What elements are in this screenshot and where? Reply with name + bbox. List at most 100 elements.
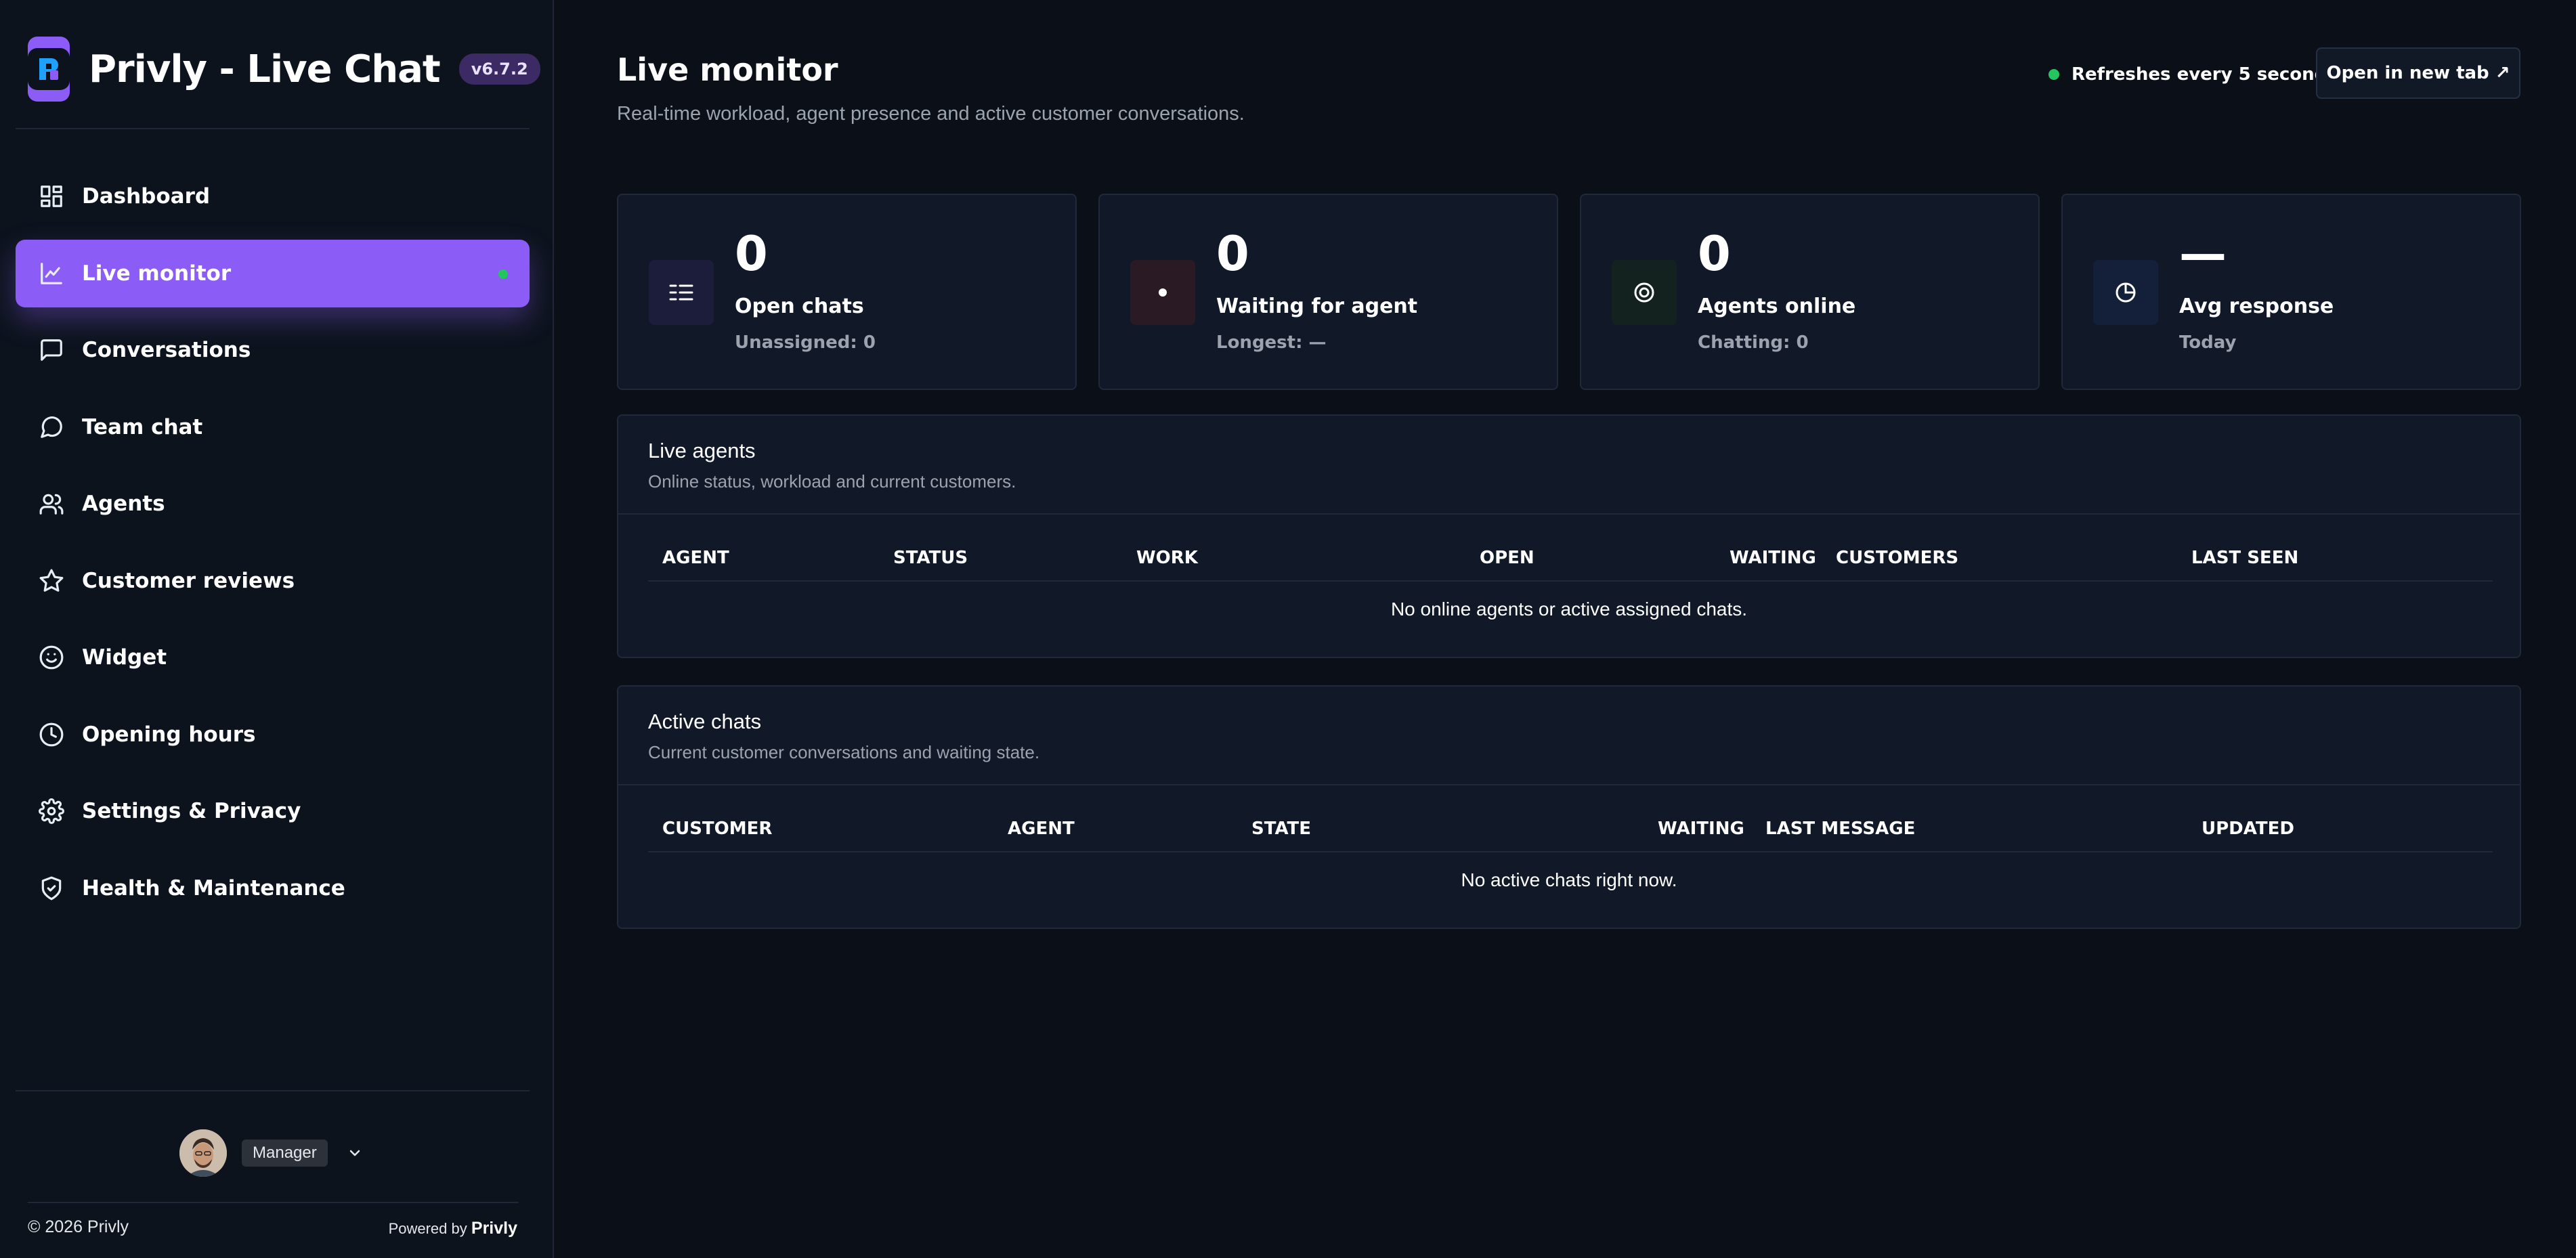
target-icon (1612, 260, 1677, 325)
sidebar-item-widget[interactable]: Widget (16, 624, 530, 691)
stat-value: — (2179, 226, 2227, 282)
refresh-status-dot (2048, 69, 2059, 80)
sidebar-item-dashboard[interactable]: Dashboard (16, 162, 530, 230)
sidebar-item-label: Team chat (82, 414, 203, 439)
column-header[interactable]: LAST MESSAGE (1765, 819, 1915, 839)
version-badge: v6.7.2 (458, 53, 540, 85)
column-header[interactable]: STATE (1251, 819, 1311, 839)
stat-label: Open chats (735, 295, 864, 318)
stat-sub: Today (2179, 332, 2237, 353)
page-subtitle: Real-time workload, agent presence and a… (617, 103, 1245, 125)
sidebar-item-label: Settings & Privacy (82, 799, 301, 823)
live-agents-panel: Live agents Online status, workload and … (617, 414, 2521, 658)
stat-value: 0 (1216, 226, 1249, 282)
powered-by[interactable]: Powered by Privly (389, 1219, 517, 1238)
refresh-indicator: Refreshes every 5 seconds (2048, 64, 2338, 85)
stat-label: Agents online (1698, 295, 1856, 318)
app-title: Privly - Live Chat (89, 47, 441, 91)
sidebar: Privly - Live Chat v6.7.2 Dashboard Live… (0, 0, 554, 1258)
brand[interactable]: Privly - Live Chat v6.7.2 (28, 37, 540, 102)
sidebar-item-live-monitor[interactable]: Live monitor (16, 239, 530, 307)
app-logo-icon (28, 37, 70, 102)
sidebar-item-label: Agents (82, 492, 165, 516)
column-header[interactable]: STATUS (893, 548, 968, 568)
panel-title: Active chats (648, 710, 762, 733)
sidebar-item-health-maintenance[interactable]: Health & Maintenance (16, 854, 530, 922)
sidebar-item-agents[interactable]: Agents (16, 470, 530, 538)
panel-subtitle: Online status, workload and current cust… (648, 471, 1016, 492)
stat-label: Waiting for agent (1216, 295, 1418, 318)
users-icon (37, 490, 66, 518)
stat-sub: Longest: — (1216, 332, 1327, 353)
sidebar-item-label: Health & Maintenance (82, 875, 345, 901)
message-circle-icon (37, 413, 66, 441)
stat-card-open-chats: 0 Open chats Unassigned: 0 (617, 194, 1077, 390)
footer-divider (28, 1202, 519, 1203)
column-header[interactable]: LAST SEEN (2191, 548, 2298, 568)
column-header[interactable]: AGENT (662, 548, 729, 568)
clock-icon (37, 720, 66, 749)
message-square-icon (37, 336, 66, 364)
sidebar-item-team-chat[interactable]: Team chat (16, 393, 530, 461)
stat-label: Avg response (2179, 295, 2334, 318)
user-menu[interactable]: Manager (179, 1129, 363, 1177)
stat-card-avg-response: — Avg response Today (2061, 194, 2521, 390)
list-icon (649, 260, 714, 325)
live-status-dot (498, 269, 508, 279)
active-chats-panel: Active chats Current customer conversati… (617, 685, 2521, 929)
panel-title: Live agents (648, 439, 756, 462)
chevron-down-icon[interactable] (347, 1145, 363, 1161)
dot-icon (1130, 260, 1195, 325)
column-header[interactable]: CUSTOMER (662, 819, 772, 839)
brand-divider (16, 128, 530, 129)
copyright-text: © 2026 Privly (28, 1217, 129, 1236)
empty-state: No active chats right now. (1461, 869, 1677, 890)
sidebar-item-label: Dashboard (82, 184, 211, 209)
empty-state: No online agents or active assigned chat… (1390, 599, 1748, 620)
app-root: Privly - Live Chat v6.7.2 Dashboard Live… (0, 0, 2576, 1258)
sidebar-item-label: Widget (82, 645, 167, 670)
open-in-new-tab-button[interactable]: Open in new tab ↗ (2316, 47, 2520, 99)
column-header[interactable]: UPDATED (2202, 819, 2294, 839)
column-header[interactable]: WORK (1136, 548, 1198, 568)
sidebar-item-conversations[interactable]: Conversations (16, 316, 530, 384)
column-header[interactable]: WAITING (1730, 548, 1816, 568)
sidebar-item-customer-reviews[interactable]: Customer reviews (16, 547, 530, 615)
sidebar-item-opening-hours[interactable]: Opening hours (16, 701, 530, 768)
stat-value: 0 (735, 226, 768, 282)
sidebar-item-label: Live monitor (82, 261, 232, 286)
avatar[interactable] (179, 1129, 227, 1177)
dashboard-icon (37, 182, 66, 211)
sidebar-item-settings-privacy[interactable]: Settings & Privacy (16, 777, 530, 845)
stat-card-agents-online: 0 Agents online Chatting: 0 (1580, 194, 2040, 390)
smile-icon (37, 643, 66, 672)
stats-row: 0 Open chats Unassigned: 0 0 Waiting for… (617, 194, 2521, 390)
sidebar-divider (16, 1090, 530, 1091)
shield-check-icon (37, 874, 66, 903)
gear-icon (37, 797, 66, 825)
stat-sub: Unassigned: 0 (735, 332, 876, 353)
sidebar-item-label: Opening hours (82, 722, 256, 747)
table-header: CUSTOMER AGENT STATE WAITING LAST MESSAG… (648, 785, 2493, 852)
star-icon (37, 567, 66, 595)
pie-icon (2093, 260, 2158, 325)
column-header[interactable]: CUSTOMERS (1836, 548, 1958, 568)
powered-by-brand: Privly (471, 1219, 517, 1238)
role-badge: Manager (242, 1140, 328, 1167)
main-content: Live monitor Real-time workload, agent p… (554, 0, 2576, 1258)
column-header[interactable]: OPEN (1480, 548, 1534, 568)
stat-value: 0 (1698, 226, 1731, 282)
stat-sub: Chatting: 0 (1698, 332, 1809, 353)
page-title: Live monitor (617, 51, 838, 88)
table-header: AGENT STATUS WORK OPEN WAITING CUSTOMERS… (648, 514, 2493, 582)
stat-card-waiting: 0 Waiting for agent Longest: — (1098, 194, 1558, 390)
sidebar-item-label: Conversations (82, 338, 251, 362)
panel-subtitle: Current customer conversations and waiti… (648, 742, 1040, 762)
powered-by-prefix: Powered by (388, 1220, 467, 1237)
column-header[interactable]: WAITING (1658, 819, 1744, 839)
chart-line-icon (37, 259, 66, 288)
column-header[interactable]: AGENT (1008, 819, 1075, 839)
sidebar-item-label: Customer reviews (82, 568, 295, 593)
sidebar-nav: Dashboard Live monitor Conversations Tea… (16, 162, 530, 931)
refresh-text: Refreshes every 5 seconds (2071, 64, 2338, 85)
